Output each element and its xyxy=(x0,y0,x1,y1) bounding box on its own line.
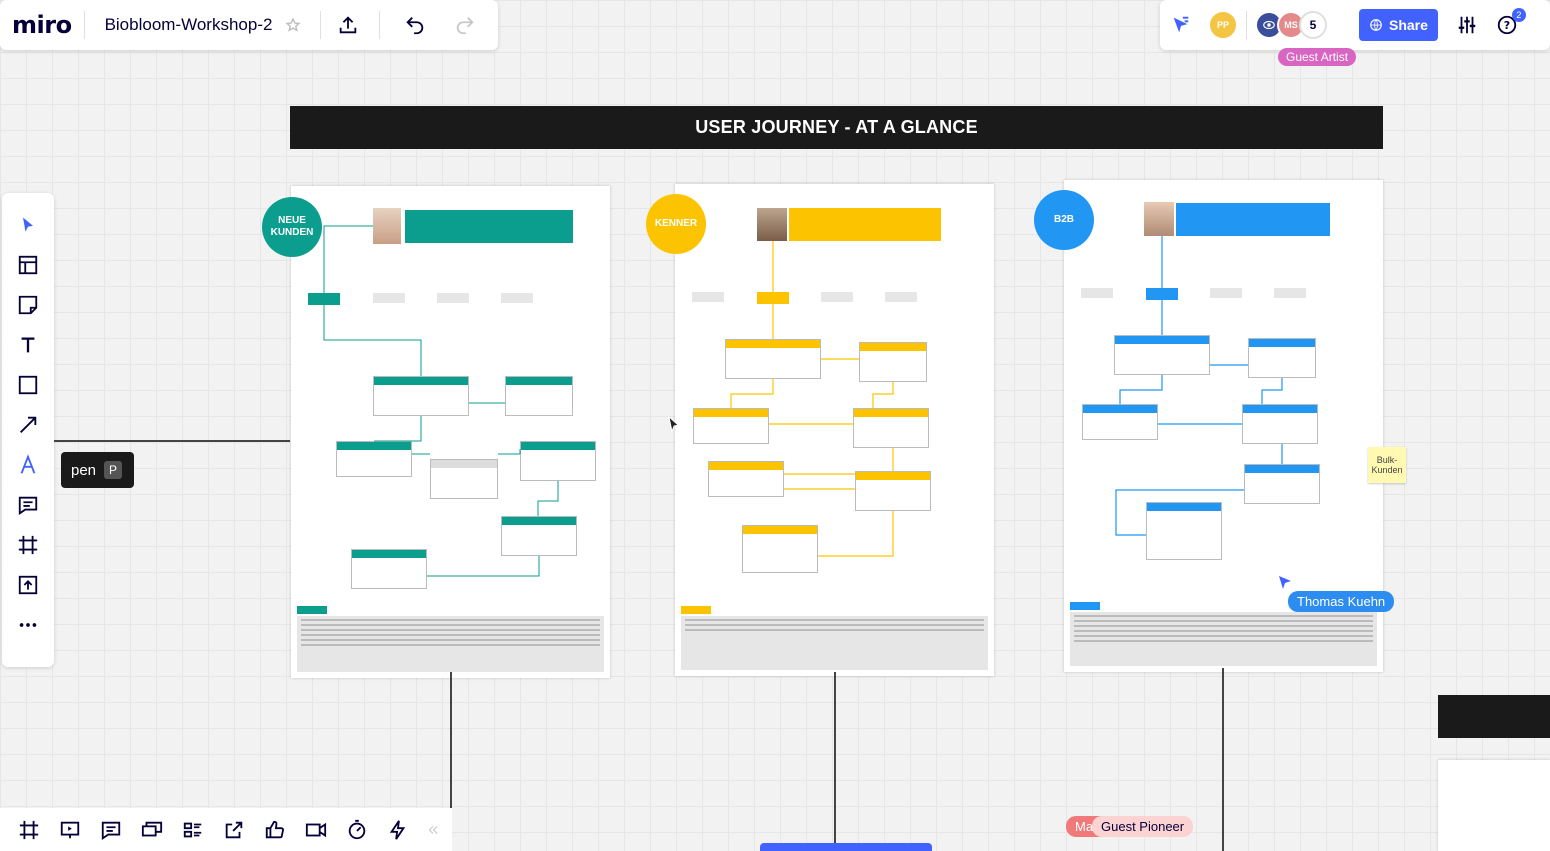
export-icon[interactable] xyxy=(213,810,254,850)
frames-icon[interactable] xyxy=(8,810,49,850)
lightning-icon[interactable] xyxy=(377,810,418,850)
offscreen-shape[interactable] xyxy=(760,843,932,851)
summary-label xyxy=(681,606,711,614)
summary-label xyxy=(1070,602,1100,610)
cursor-label-guest-artist: Guest Artist xyxy=(1278,48,1357,66)
summary-box xyxy=(681,616,988,670)
upload-content-icon[interactable] xyxy=(11,568,45,602)
svg-text:?: ? xyxy=(1504,19,1510,32)
tooltip-label: pen xyxy=(71,461,97,479)
bottom-toolbar xyxy=(0,808,452,851)
text-icon[interactable] xyxy=(11,328,45,362)
share-label: Share xyxy=(1389,17,1428,33)
video-icon[interactable] xyxy=(295,810,336,850)
star-icon[interactable] xyxy=(278,10,308,40)
sticky-note[interactable]: Bulk-Kunden xyxy=(1368,447,1406,483)
flow-connectors xyxy=(291,186,610,678)
comment-icon[interactable] xyxy=(11,488,45,522)
help-badge: 2 xyxy=(1511,8,1526,22)
redo-icon[interactable] xyxy=(450,10,480,40)
cursor-label-guest-pioneer: Guest Pioneer xyxy=(1092,816,1194,837)
frame-icon[interactable] xyxy=(11,528,45,562)
reactions-icon[interactable] xyxy=(1166,10,1196,40)
offscreen-frame[interactable] xyxy=(1438,760,1550,851)
shape-icon[interactable] xyxy=(11,368,45,402)
pen-icon[interactable] xyxy=(11,448,45,482)
board-banner[interactable]: USER JOURNEY - AT A GLANCE xyxy=(290,106,1383,149)
persona-badge-kenner[interactable]: KENNER xyxy=(646,194,706,254)
offscreen-frame-header[interactable] xyxy=(1438,695,1550,738)
persona-badge-neue-kunden[interactable]: NEUE KUNDEN xyxy=(262,197,322,257)
presentation-icon[interactable] xyxy=(49,810,90,850)
collaborator-count[interactable]: 5 xyxy=(1299,11,1327,39)
collaborator-cursor-icon xyxy=(1278,575,1292,594)
upload-icon[interactable] xyxy=(333,10,363,40)
summary-box xyxy=(297,616,604,672)
persona-badge-b2b[interactable]: B2B xyxy=(1034,190,1094,250)
divider xyxy=(83,11,85,39)
timer-icon[interactable] xyxy=(336,810,377,850)
comments-icon[interactable] xyxy=(90,810,131,850)
globe-icon xyxy=(1370,19,1382,31)
cursor-label-thomas: Thomas Kuehn xyxy=(1288,591,1395,612)
cards-icon[interactable] xyxy=(172,810,213,850)
left-toolbar xyxy=(2,193,54,667)
sticky-note-icon[interactable] xyxy=(11,288,45,322)
select-cursor-icon[interactable] xyxy=(11,208,45,242)
undo-icon[interactable] xyxy=(400,10,430,40)
connection-line-icon[interactable] xyxy=(11,408,45,442)
connector-line xyxy=(450,672,452,808)
tooltip-shortcut: P xyxy=(104,461,123,479)
divider xyxy=(320,11,322,39)
screen-share-icon[interactable] xyxy=(131,810,172,850)
pen-tooltip: pen P xyxy=(61,452,134,488)
collapse-chevron-icon[interactable] xyxy=(418,810,448,850)
summary-label xyxy=(297,606,327,614)
top-right-bar: PP MS 5 Share ? 2 xyxy=(1160,0,1550,50)
miro-logo[interactable]: miro xyxy=(12,11,72,39)
divider xyxy=(1246,11,1247,39)
avatar[interactable]: PP xyxy=(1208,10,1238,40)
journey-frame-kenner[interactable] xyxy=(675,184,994,676)
more-icon[interactable] xyxy=(11,608,45,642)
settings-sliders-icon[interactable] xyxy=(1452,10,1482,40)
connector-line xyxy=(54,440,290,442)
board-name[interactable]: Biobloom-Workshop-2 xyxy=(105,15,273,35)
connector-line xyxy=(1222,668,1224,851)
help-icon[interactable]: ? 2 xyxy=(1492,8,1526,40)
connector-line xyxy=(834,672,836,851)
divider xyxy=(379,11,381,39)
summary-box xyxy=(1070,612,1377,666)
flow-connectors xyxy=(675,184,994,676)
journey-frame-neue-kunden[interactable] xyxy=(291,186,610,678)
templates-icon[interactable] xyxy=(11,248,45,282)
mouse-pointer-icon xyxy=(668,415,680,437)
top-left-bar: miro Biobloom-Workshop-2 xyxy=(0,0,498,50)
voting-thumbs-up-icon[interactable] xyxy=(254,810,295,850)
share-button[interactable]: Share xyxy=(1359,9,1438,41)
